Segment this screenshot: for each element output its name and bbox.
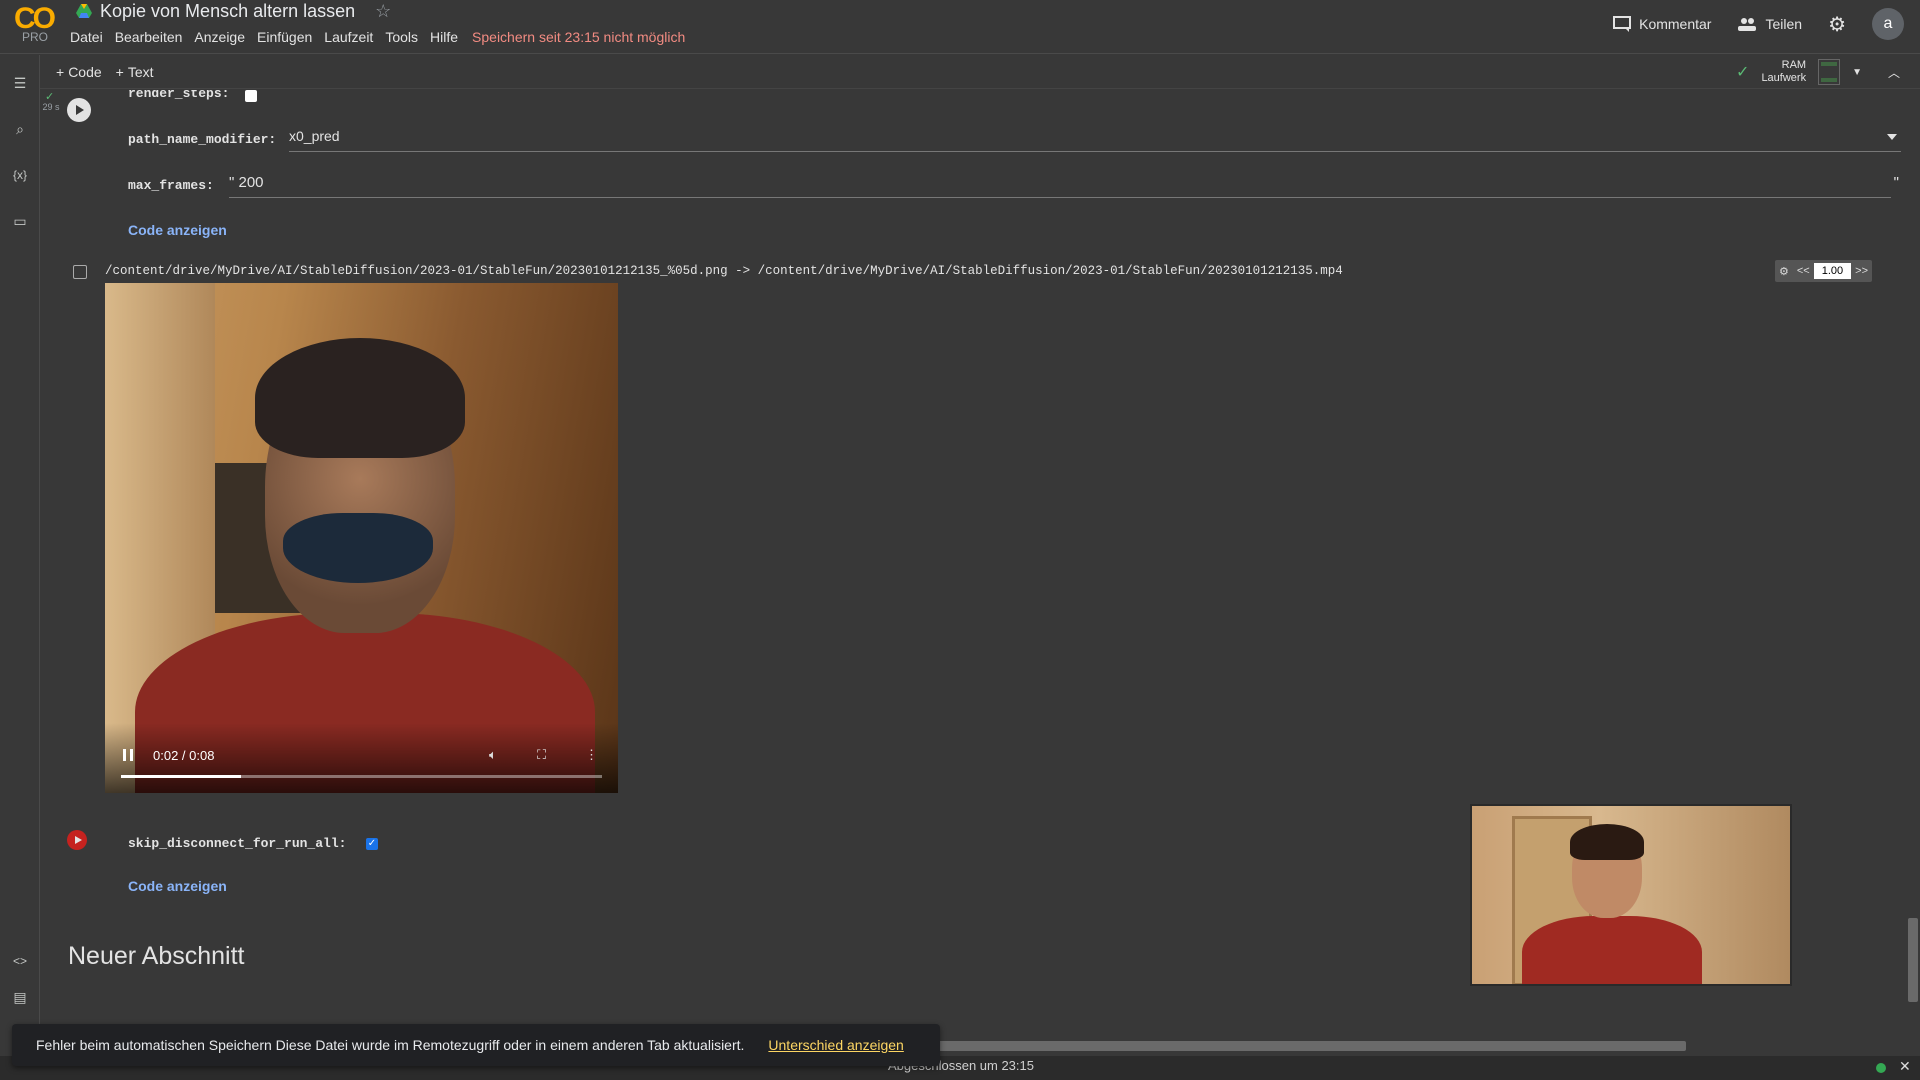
- avatar[interactable]: a: [1872, 8, 1904, 40]
- google-drive-icon: [76, 4, 92, 18]
- run-cell-button[interactable]: [67, 830, 87, 850]
- menu-edit[interactable]: Bearbeiten: [109, 27, 189, 47]
- max-frames-input[interactable]: " 200 ": [229, 174, 1899, 198]
- disk-label: Laufwerk: [1761, 72, 1807, 84]
- exec-time: 29 s: [42, 102, 60, 112]
- path-name-modifier-label: path_name_modifier:: [128, 132, 277, 147]
- close-icon[interactable]: ✕: [1899, 1058, 1911, 1075]
- skip-disconnect-label: skip_disconnect_for_run_all:: [128, 836, 347, 851]
- status-dot: [1876, 1063, 1886, 1073]
- star-icon[interactable]: ☆: [375, 1, 391, 22]
- max-frames-label: max_frames:: [128, 178, 214, 193]
- people-icon: [1738, 18, 1757, 31]
- gear-icon[interactable]: ⚙: [1828, 12, 1846, 37]
- path-name-modifier-value: x0_pred: [289, 128, 340, 144]
- document-title[interactable]: Kopie von Mensch altern lassen: [100, 1, 355, 22]
- chevron-down-icon: [1887, 134, 1897, 140]
- output-path: /content/drive/MyDrive/AI/StableDiffusio…: [105, 264, 1343, 278]
- pause-icon[interactable]: [123, 749, 133, 761]
- speed-next-button[interactable]: >>: [1851, 265, 1872, 277]
- add-text-label: Text: [127, 63, 154, 80]
- output-icon[interactable]: [73, 265, 87, 279]
- add-code-button[interactable]: + Code: [56, 64, 102, 80]
- fullscreen-icon[interactable]: ⛶: [537, 747, 546, 763]
- add-text-button[interactable]: + Text: [116, 64, 154, 80]
- horizontal-scrollbar[interactable]: [938, 1041, 1686, 1051]
- render-steps-label: render_steps:: [128, 90, 230, 101]
- section-heading: Neuer Abschnitt: [68, 942, 245, 970]
- show-code-link[interactable]: Code anzeigen: [128, 878, 227, 894]
- play-icon: [74, 836, 82, 844]
- max-frames-close-quote: ": [1893, 174, 1899, 191]
- menu-help[interactable]: Hilfe: [424, 27, 464, 47]
- menu-tools[interactable]: Tools: [379, 27, 424, 47]
- video-time: 0:02 / 0:08: [153, 748, 215, 763]
- search-icon[interactable]: ⌕: [10, 119, 30, 139]
- speed-value[interactable]: 1.00: [1813, 263, 1852, 279]
- terminal-icon[interactable]: ▤: [10, 987, 30, 1007]
- title-row: Kopie von Mensch altern lassen ☆: [76, 0, 391, 22]
- webcam-overlay: [1470, 804, 1792, 986]
- save-warning[interactable]: Speichern seit 23:15 nicht möglich: [464, 27, 693, 47]
- variables-icon[interactable]: {x}: [10, 165, 30, 185]
- more-vert-icon[interactable]: ⋮: [585, 747, 598, 763]
- code-snippets-icon[interactable]: <>: [10, 951, 30, 971]
- render-steps-checkbox[interactable]: [245, 90, 257, 102]
- plus-icon: +: [56, 63, 65, 80]
- video-controls: 0:02 / 0:08 🔈︎ ⛶ ⋮: [105, 723, 618, 793]
- show-code-link[interactable]: Code anzeigen: [128, 222, 227, 238]
- logo-sub: PRO: [22, 30, 49, 44]
- app-header: CO PRO Kopie von Mensch altern lassen ☆ …: [0, 0, 1920, 54]
- gear-icon[interactable]: ⚙: [1775, 265, 1793, 278]
- check-icon: ✓: [1736, 64, 1750, 81]
- autosave-error-snackbar: Fehler beim automatischen Speichern Dies…: [12, 1024, 940, 1066]
- ram-label: RAM: [1781, 59, 1807, 71]
- max-frames-value: " 200: [229, 174, 264, 191]
- menu-bar: Datei Bearbeiten Anzeige Einfügen Laufze…: [64, 27, 693, 47]
- play-icon: [76, 105, 84, 115]
- resource-indicator[interactable]: ✓ RAM Laufwerk ▼ ︿: [1736, 55, 1900, 89]
- video-progress-fill: [121, 775, 242, 778]
- notebook-toolbar: + Code + Text ✓ RAM Laufwerk ▼ ︿: [40, 55, 1920, 89]
- volume-icon[interactable]: 🔈︎: [489, 747, 497, 763]
- comment-button[interactable]: Kommentar: [1613, 16, 1711, 32]
- comment-icon: [1613, 16, 1632, 32]
- share-button[interactable]: Teilen: [1737, 16, 1802, 32]
- left-rail: ☰ ⌕ {x} ▭ <> ▤: [0, 55, 40, 1025]
- playback-speed-control: ⚙ << 1.00 >>: [1775, 260, 1873, 282]
- resource-bars: [1818, 59, 1841, 85]
- add-code-label: Code: [68, 63, 102, 80]
- video-progress-track[interactable]: [121, 775, 602, 778]
- skip-disconnect-checkbox[interactable]: ✓: [366, 838, 378, 850]
- run-cell-button[interactable]: [67, 98, 91, 122]
- menu-runtime[interactable]: Laufzeit: [318, 27, 379, 47]
- path-name-modifier-select[interactable]: x0_pred: [289, 128, 1901, 152]
- toc-icon[interactable]: ☰: [10, 73, 30, 93]
- header-actions: Kommentar Teilen ⚙ a: [1613, 8, 1904, 40]
- colab-logo[interactable]: CO PRO: [14, 2, 58, 46]
- snackbar-message: Fehler beim automatischen Speichern Dies…: [36, 1037, 745, 1053]
- chevron-up-icon[interactable]: ︿: [1888, 64, 1900, 81]
- comment-label: Kommentar: [1639, 16, 1712, 32]
- menu-insert[interactable]: Einfügen: [251, 27, 318, 47]
- folder-icon[interactable]: ▭: [10, 211, 30, 231]
- menu-file[interactable]: Datei: [64, 27, 109, 47]
- plus-icon: +: [115, 63, 124, 80]
- share-label: Teilen: [1765, 16, 1803, 32]
- show-diff-link[interactable]: Unterschied anzeigen: [768, 1037, 903, 1053]
- vertical-scrollbar[interactable]: [1908, 918, 1918, 1002]
- menu-view[interactable]: Anzeige: [188, 27, 251, 47]
- resource-labels: RAM Laufwerk: [1761, 59, 1806, 85]
- video-player[interactable]: 0:02 / 0:08 🔈︎ ⛶ ⋮: [105, 283, 618, 793]
- chevron-down-icon[interactable]: ▼: [1852, 67, 1862, 78]
- speed-prev-button[interactable]: <<: [1793, 265, 1814, 277]
